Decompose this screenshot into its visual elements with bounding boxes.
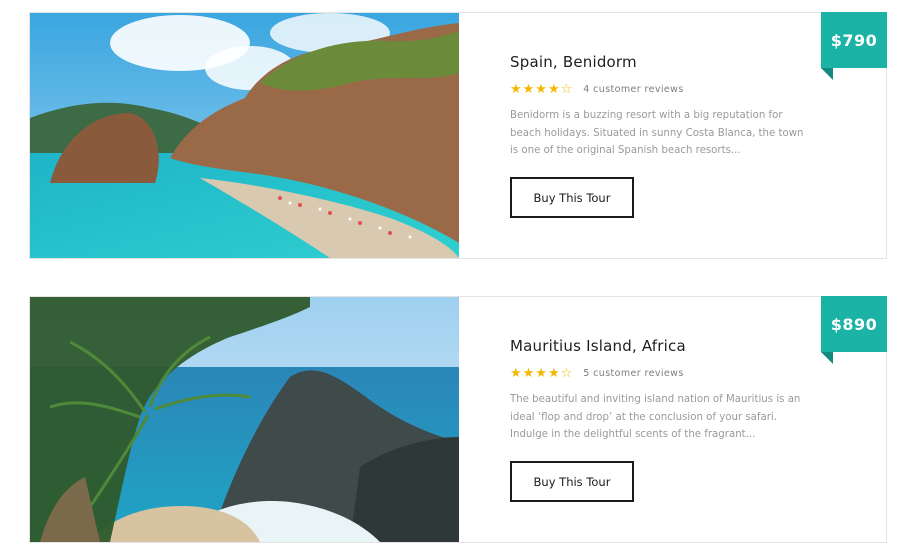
price-badge-fold: [821, 352, 833, 364]
tour-card: $890 Mauritius Island, Africa ★★★★☆ 5 cu…: [29, 296, 887, 543]
buy-tour-button[interactable]: Buy This Tour: [510, 177, 634, 218]
price-badge: $790: [821, 12, 887, 80]
description-line: ideal ‘flop and drop’ at the conclusion …: [510, 411, 777, 423]
price-badge-fold: [821, 68, 833, 80]
description-line: Indulge in the delightful scents of the …: [510, 429, 756, 441]
price-badge: $890: [821, 296, 887, 364]
rating: ★★★★☆ 5 customer reviews: [510, 366, 684, 381]
review-count[interactable]: 5 customer reviews: [583, 368, 683, 379]
description-line: beach holidays. Situated in sunny Costa …: [510, 127, 804, 139]
star-rating-icon: ★★★★☆: [510, 366, 574, 381]
price-value: $790: [830, 30, 878, 50]
price-value: $890: [830, 314, 878, 334]
description-line: The beautiful and inviting island nation…: [510, 394, 801, 405]
buy-tour-button[interactable]: Buy This Tour: [510, 461, 634, 502]
review-count[interactable]: 4 customer reviews: [583, 84, 683, 95]
tour-image-spain[interactable]: [30, 13, 459, 258]
tour-description: Benidorm is a buzzing resort with a big …: [510, 107, 822, 160]
tour-description: The beautiful and inviting island nation…: [510, 391, 822, 444]
tour-card: $790 Spain, Benidorm ★★★★☆ 4 customer re…: [29, 12, 887, 259]
description-line: is one of the original Spanish beach res…: [510, 145, 741, 157]
tour-image-mauritius[interactable]: [30, 297, 459, 542]
description-line: Benidorm is a buzzing resort with a big …: [510, 110, 783, 121]
tour-title[interactable]: Spain, Benidorm: [510, 53, 637, 71]
star-rating-icon: ★★★★☆: [510, 82, 574, 97]
tour-title[interactable]: Mauritius Island, Africa: [510, 337, 686, 355]
rating: ★★★★☆ 4 customer reviews: [510, 82, 684, 97]
